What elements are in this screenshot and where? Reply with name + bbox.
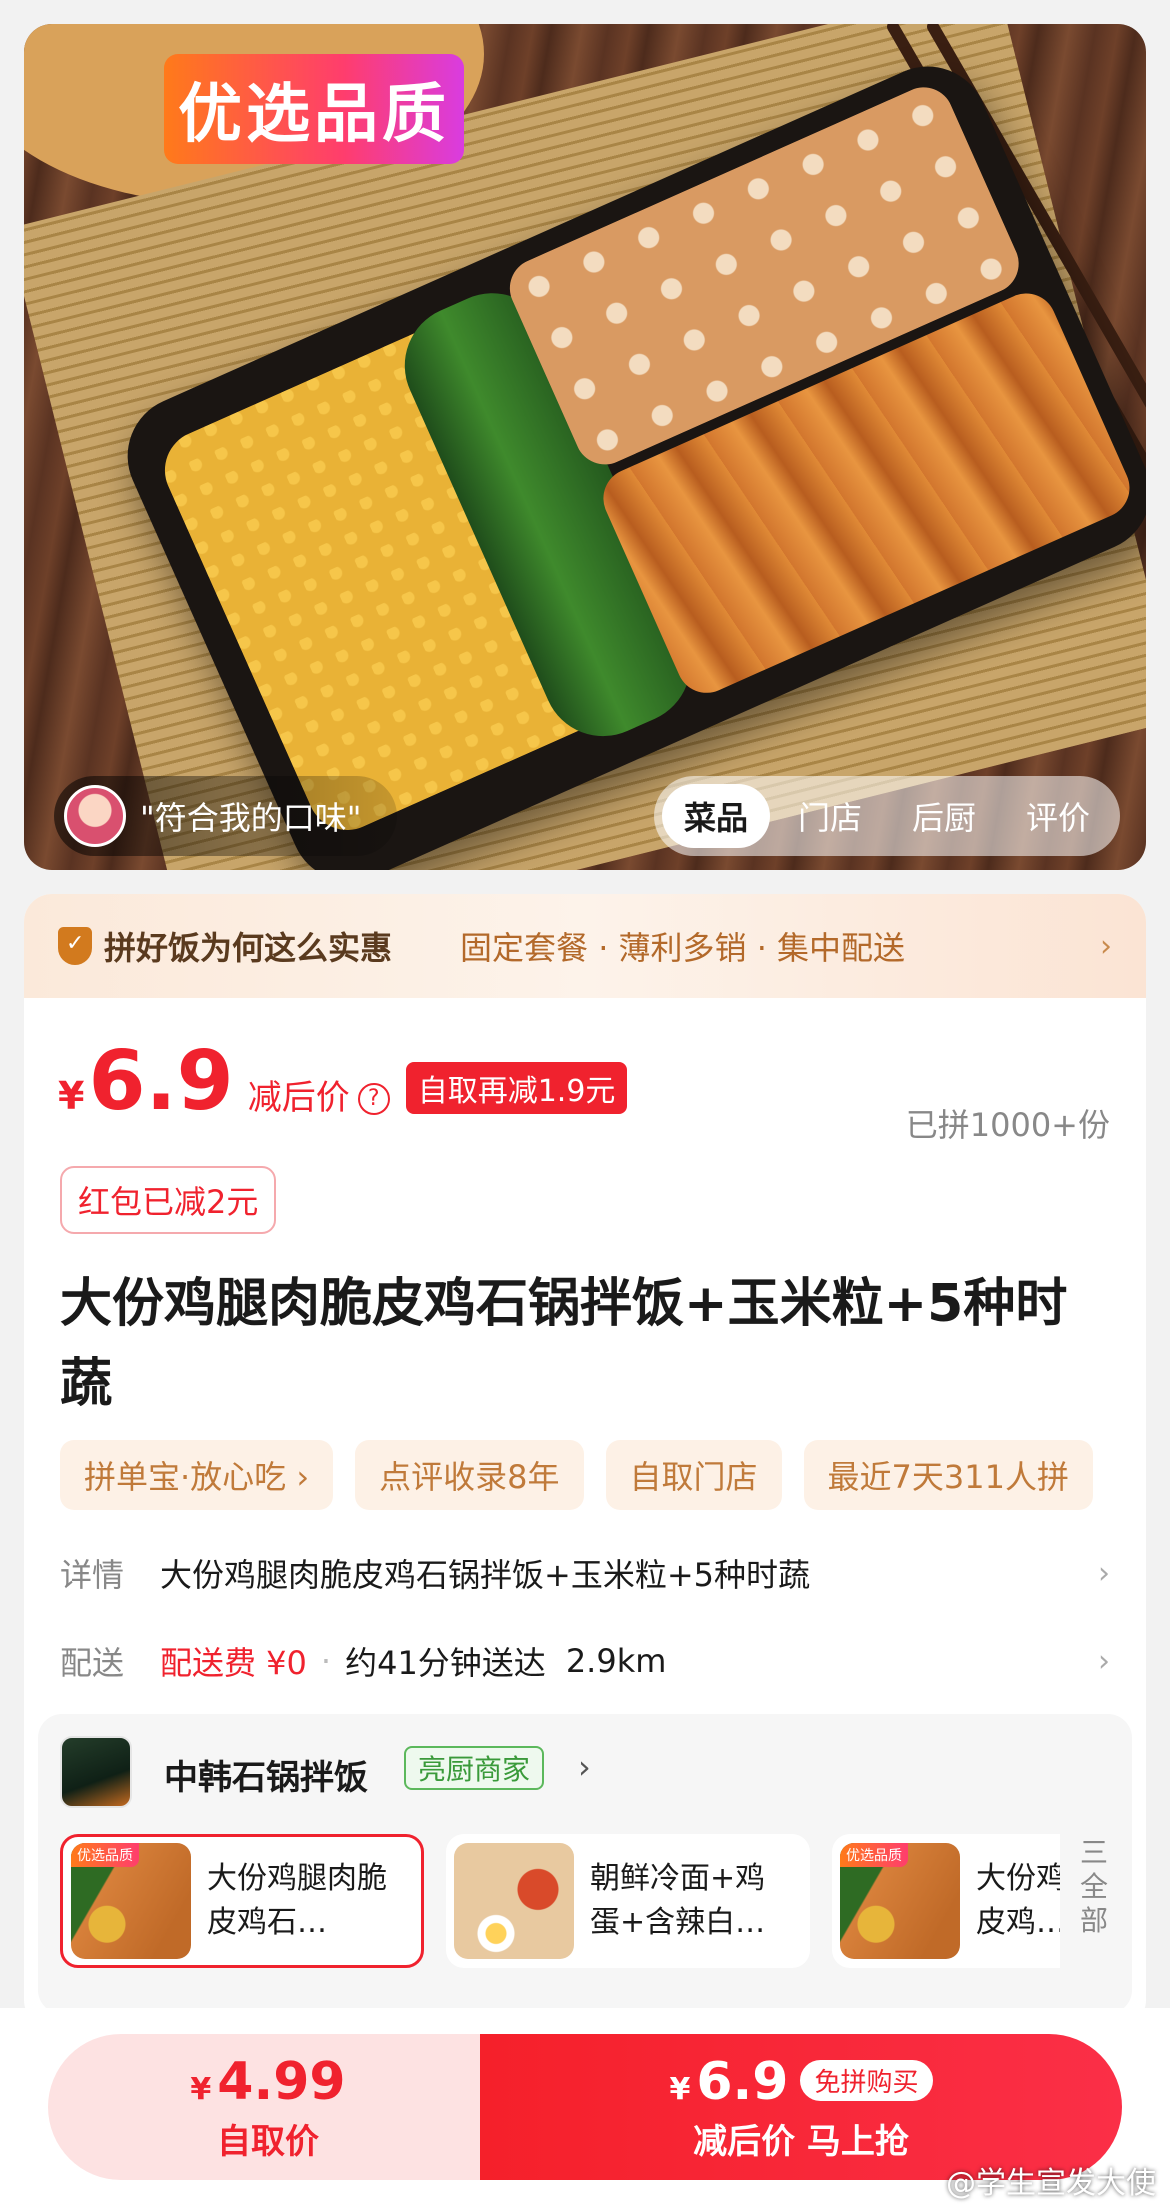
- tag-dianping: 点评收录8年: [355, 1440, 584, 1510]
- delivery-fee: 配送费 ¥0: [160, 1644, 307, 1682]
- dish-name: 大份鸡腿肉脆皮鸡…: [976, 1861, 1060, 1940]
- quality-badge: 优选品质: [164, 54, 464, 164]
- price-label: 减后价: [247, 1078, 350, 1118]
- dish-name: 大份鸡腿肉脆皮鸡石…: [207, 1861, 387, 1940]
- pickup-price-value: 4.99: [217, 2051, 346, 2112]
- watermark: @学生宣发大使: [946, 2166, 1156, 2201]
- dish-card[interactable]: 朝鲜冷面+鸡蛋+含辣白…: [446, 1834, 810, 1968]
- store-name[interactable]: 中韩石锅拌饭: [164, 1750, 368, 1799]
- delivery-row[interactable]: 配送 配送费 ¥0 · 约41分钟送达 2.9km ›: [60, 1638, 1110, 1684]
- chevron-right-icon[interactable]: ›: [578, 1748, 591, 1786]
- delivery-time: 约41分钟送达: [345, 1644, 546, 1682]
- view-all-button[interactable]: 三全部: [1074, 1836, 1114, 1938]
- help-icon[interactable]: ?: [357, 1082, 390, 1115]
- buy-now-label: 减后价 马上抢: [693, 2121, 909, 2162]
- promo-points: 固定套餐 · 薄利多销 · 集中配送: [460, 929, 906, 967]
- separator-dot: ·: [320, 1642, 332, 1680]
- dish-name: 朝鲜冷面+鸡蛋+含辣白…: [590, 1861, 766, 1940]
- price-row: ¥ 6.9 减后价 ? 自取再减1.9元: [58, 1034, 628, 1129]
- tab-reviews[interactable]: 评价: [1004, 784, 1112, 848]
- avatar: [64, 785, 126, 847]
- product-title: 大份鸡腿肉脆皮鸡石锅拌饭+玉米粒+5种时蔬: [60, 1274, 1068, 1414]
- tag-pickup: 自取门店: [605, 1440, 782, 1510]
- delivery-label: 配送: [60, 1644, 125, 1682]
- promo-title: 拼好饭为何这么实惠: [104, 929, 393, 967]
- tag-guarantee[interactable]: 拼单宝·放心吃 ›: [60, 1440, 334, 1510]
- dish-tag: 优选品质: [840, 1843, 908, 1867]
- pickup-price: ¥ 4.99: [190, 2052, 345, 2112]
- dish-image: 优选品质: [840, 1843, 960, 1959]
- product-card: 拼好饭为何这么实惠 固定套餐 · 薄利多销 · 集中配送 › ¥ 6.9 减后价…: [24, 894, 1146, 2028]
- dish-image: [454, 1843, 574, 1959]
- store-section: 中韩石锅拌饭 亮厨商家 › 优选品质 大份鸡腿肉脆皮鸡石… 朝鲜冷面+鸡蛋+含辣…: [38, 1714, 1132, 2014]
- chevron-right-icon: ›: [1098, 1643, 1110, 1679]
- details-row[interactable]: 详情 大份鸡腿肉脆皮鸡石锅拌饭+玉米粒+5种时蔬 ›: [60, 1550, 1110, 1596]
- hero-tabs: 菜品 门店 后厨 评价: [653, 776, 1120, 856]
- tab-store[interactable]: 门店: [776, 784, 884, 848]
- pickup-price-label: 自取价: [217, 2121, 319, 2162]
- store-logo[interactable]: [60, 1736, 132, 1808]
- promo-banner[interactable]: 拼好饭为何这么实惠 固定套餐 · 薄利多销 · 集中配送 ›: [24, 894, 1146, 998]
- dish-tag: 优选品质: [71, 1843, 139, 1867]
- price-value: 6.9: [88, 1034, 234, 1129]
- product-hero-image[interactable]: 优选品质 "符合我的口味" 菜品 门店 后厨 评价: [24, 24, 1146, 870]
- pickup-discount-badge: 自取再减1.9元: [405, 1062, 628, 1114]
- tag-recent: 最近7天311人拼: [803, 1440, 1093, 1510]
- buy-price-value: 6.9: [696, 2051, 789, 2112]
- tab-dishes[interactable]: 菜品: [661, 784, 770, 848]
- review-chip[interactable]: "符合我的口味": [54, 776, 398, 856]
- details-value: 大份鸡腿肉脆皮鸡石锅拌饭+玉米粒+5种时蔬: [160, 1556, 810, 1594]
- details-label: 详情: [60, 1556, 125, 1594]
- currency-symbol: ¥: [58, 1074, 85, 1118]
- currency-symbol: ¥: [190, 2071, 212, 2107]
- delivery-distance: 2.9km: [565, 1642, 667, 1680]
- chevron-right-icon: ›: [1098, 1555, 1110, 1591]
- no-group-buy-tag: 免拼购买: [800, 2059, 933, 2101]
- shield-icon: [58, 927, 92, 965]
- store-badge: 亮厨商家: [404, 1746, 545, 1790]
- chevron-right-icon: ›: [1100, 928, 1112, 964]
- tab-kitchen[interactable]: 后厨: [890, 784, 998, 848]
- red-packet-badge: 红包已减2元: [60, 1166, 277, 1234]
- product-tags: 拼单宝·放心吃 › 点评收录8年 自取门店 最近7天311人拼: [60, 1440, 1110, 1510]
- review-quote: "符合我的口味": [140, 799, 362, 837]
- sold-count: 已拼1000+份: [905, 1106, 1110, 1144]
- dish-image: 优选品质: [71, 1843, 191, 1959]
- dish-card[interactable]: 优选品质 大份鸡腿肉脆皮鸡…: [832, 1834, 1060, 1968]
- currency-symbol: ¥: [669, 2071, 691, 2107]
- buy-price: ¥ 6.9 免拼购买: [669, 2051, 933, 2112]
- dish-card[interactable]: 优选品质 大份鸡腿肉脆皮鸡石…: [60, 1834, 424, 1968]
- store-dish-list: 优选品质 大份鸡腿肉脆皮鸡石… 朝鲜冷面+鸡蛋+含辣白… 优选品质 大份鸡腿肉脆…: [60, 1834, 1060, 1974]
- pickup-buy-button[interactable]: ¥ 4.99 自取价: [48, 2034, 488, 2180]
